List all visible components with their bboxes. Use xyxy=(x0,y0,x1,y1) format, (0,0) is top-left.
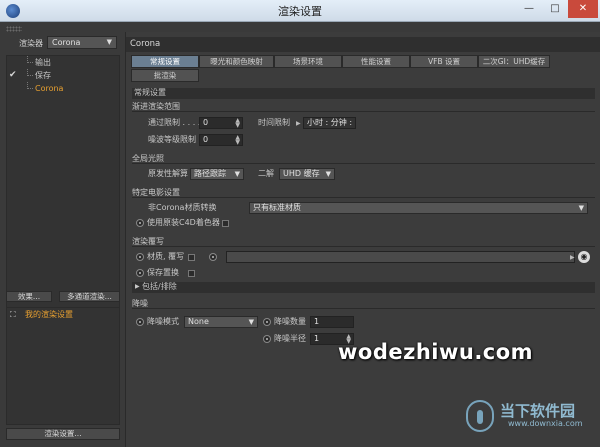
denoise-mode-select[interactable]: None ▼ xyxy=(184,316,258,328)
tree-branch-line xyxy=(27,69,33,76)
denoise-amount-radio[interactable] xyxy=(263,318,271,326)
override-material-field[interactable] xyxy=(226,251,575,263)
keep-displacement-checkbox[interactable] xyxy=(188,270,195,277)
pass-limit-value: 0 xyxy=(203,118,209,127)
tab-scene-environment[interactable]: 场景环境 xyxy=(274,55,342,68)
tree-item-corona[interactable]: Corona xyxy=(7,82,119,95)
triangle-right-icon[interactable]: ▶ xyxy=(296,120,301,127)
include-exclude-label: 包括/排除 xyxy=(142,282,177,291)
preset-icon: ⛶ xyxy=(10,310,16,319)
renderer-select[interactable]: Corona ▼ xyxy=(47,36,117,49)
secondary-solver-label: 二解 xyxy=(258,169,274,178)
settings-tree: 输出 ✔ 保存 Corona xyxy=(6,55,120,313)
tab-performance[interactable]: 性能设置 xyxy=(342,55,410,68)
preset-label: 我的渲染设置 xyxy=(25,310,73,319)
spinner-arrows-icon[interactable]: ▲ ▼ xyxy=(235,118,240,129)
denoise-mode-radio[interactable] xyxy=(136,318,144,326)
close-button[interactable]: ✕ xyxy=(568,0,598,18)
title-bar: 渲染设置 — □ ✕ xyxy=(0,0,600,22)
maximize-button[interactable]: □ xyxy=(542,0,568,18)
material-override-label: 材质, 覆写 xyxy=(147,252,185,261)
tree-item-label: 输出 xyxy=(35,58,51,67)
tree-item-label: 保存 xyxy=(35,71,51,80)
tree-branch-line xyxy=(27,56,33,63)
denoise-amount-label: 降噪数量 xyxy=(274,317,306,326)
primary-solver-select[interactable]: 路径跟踪 ▼ xyxy=(190,168,244,180)
special-section-title: 特定电影设置 xyxy=(132,188,595,198)
renderer-label: 渲染器 xyxy=(19,39,43,48)
tree-branch-line xyxy=(27,82,33,89)
pass-limit-label: 通过限制 . . . . xyxy=(148,118,201,127)
watermark-text: wodezhiwu.com xyxy=(338,340,534,364)
denoise-mode-value: None xyxy=(188,317,209,326)
denoise-radius-label: 降噪半径 xyxy=(274,334,306,343)
gi-section-title: 全局光照 xyxy=(132,154,595,164)
checkmark-icon[interactable]: ✔ xyxy=(9,69,17,82)
render-setting-button[interactable]: 渲染设置... xyxy=(6,428,120,440)
renderer-value: Corona xyxy=(52,38,81,47)
time-limit-label: 时间限制 xyxy=(258,118,290,127)
tree-item-save[interactable]: ✔ 保存 xyxy=(7,69,119,82)
denoise-amount-field[interactable]: 1 xyxy=(310,316,354,328)
watermark-logo-icon xyxy=(466,400,494,432)
triangle-right-icon[interactable]: ▶ xyxy=(570,254,575,261)
chevron-down-icon: ▼ xyxy=(578,204,584,212)
progressive-section-title: 渐进渲染范围 xyxy=(132,102,595,112)
tree-item-output[interactable]: 输出 xyxy=(7,56,119,69)
override-link-radio[interactable] xyxy=(209,253,217,261)
chevron-down-icon: ▼ xyxy=(325,170,331,178)
primary-solver-label: 原发性解算 xyxy=(148,169,188,178)
denoise-amount-value: 1 xyxy=(314,317,320,326)
denoise-section-title: 降噪 xyxy=(132,299,595,309)
tab-vfb[interactable]: VFB 设置 xyxy=(410,55,478,68)
renderer-header: Corona xyxy=(126,37,600,52)
material-convert-value: 只有标准材质 xyxy=(253,203,301,212)
effect-button[interactable]: 效果... xyxy=(6,291,52,302)
window-title: 渲染设置 xyxy=(278,5,322,18)
chevron-down-icon: ▼ xyxy=(234,170,240,178)
primary-solver-value: 路径跟踪 xyxy=(194,169,226,178)
chevron-down-icon: ▼ xyxy=(248,318,254,326)
material-convert-label: 非Corona材质转换 xyxy=(148,203,217,212)
preset-item[interactable]: ⛶ 我的渲染设置 xyxy=(7,308,119,321)
time-limit-value: 小时 : 分钟 : xyxy=(307,118,353,127)
keep-displacement-label: 保存置换 xyxy=(147,268,179,277)
minimize-button[interactable]: — xyxy=(516,0,542,18)
pass-limit-field[interactable]: 0 ▲ ▼ xyxy=(199,117,243,129)
tab-secondary-gi[interactable]: 二次GI：UHD缓存 xyxy=(478,55,550,68)
left-panel: 渲染器 Corona ▼ 输出 ✔ 保存 Corona 效果... 多通道渲染.… xyxy=(0,32,124,447)
native-shader-radio[interactable] xyxy=(136,219,144,227)
secondary-solver-value: UHD 缓存 xyxy=(283,169,320,178)
native-shader-label: 使用原装C4D着色器 xyxy=(147,218,220,227)
denoise-radius-value: 1 xyxy=(314,334,320,343)
time-limit-field[interactable]: 小时 : 分钟 : xyxy=(303,117,356,129)
material-override-checkbox[interactable] xyxy=(188,254,195,261)
denoise-radius-radio[interactable] xyxy=(263,335,271,343)
override-section-title: 渲染覆写 xyxy=(132,237,595,247)
tab-general[interactable]: 常规设置 xyxy=(131,55,199,68)
denoise-mode-label: 降噪模式 xyxy=(147,317,179,326)
spinner-arrows-icon[interactable]: ▲ ▼ xyxy=(235,135,240,146)
watermark-site-name: 当下软件园 xyxy=(500,402,576,420)
triangle-right-icon: ▶ xyxy=(135,283,140,290)
chevron-down-icon: ▼ xyxy=(106,38,112,46)
watermark-url: www.downxia.com xyxy=(508,419,583,428)
tab-batch-render[interactable]: 批渲染 xyxy=(131,69,199,82)
noise-limit-field[interactable]: 0 ▲ ▼ xyxy=(199,134,243,146)
noise-limit-value: 0 xyxy=(203,135,209,144)
right-panel: Corona 常规设置 曝光和颜色映射 场景环境 性能设置 VFB 设置 二次G… xyxy=(125,32,600,447)
preset-list: ⛶ 我的渲染设置 xyxy=(6,307,120,425)
material-convert-select[interactable]: 只有标准材质 ▼ xyxy=(249,202,588,214)
general-section-header: 常规设置 xyxy=(132,88,595,99)
material-override-radio[interactable] xyxy=(136,253,144,261)
native-shader-checkbox[interactable] xyxy=(222,220,229,227)
pick-object-icon[interactable]: ◉ xyxy=(578,251,590,263)
include-exclude-section[interactable]: ▶ 包括/排除 xyxy=(132,282,595,293)
keep-displacement-radio[interactable] xyxy=(136,269,144,277)
secondary-solver-select[interactable]: UHD 缓存 ▼ xyxy=(279,168,335,180)
noise-limit-label: 噪波等级限制 xyxy=(148,135,196,144)
tab-exposure[interactable]: 曝光和颜色映射 xyxy=(199,55,274,68)
tree-item-label: Corona xyxy=(35,84,64,93)
multipass-button[interactable]: 多通道渲染... xyxy=(59,291,120,302)
